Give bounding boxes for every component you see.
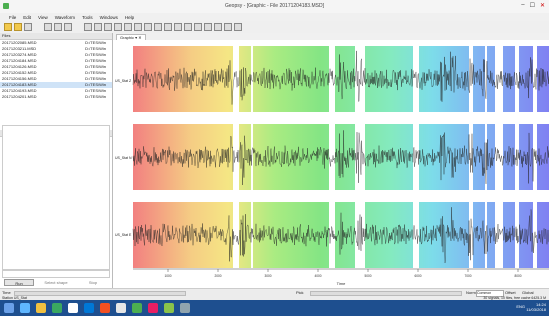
axis-tick-label: 5000 (364, 274, 371, 278)
tool-7-icon[interactable] (144, 23, 152, 31)
map-icon[interactable] (54, 23, 62, 31)
menu-bar: File Edit View Waveform Tools Windows He… (0, 13, 549, 21)
tool-6-icon[interactable] (134, 23, 142, 31)
ie-icon[interactable] (20, 303, 30, 313)
trace-label-2: US_Stat N (115, 156, 132, 160)
close-button[interactable]: ✕ (540, 2, 545, 9)
tool-14-icon[interactable] (214, 23, 222, 31)
axis-tick-label: 6000 (414, 274, 421, 278)
time-window-band[interactable] (253, 46, 329, 112)
tool-2-icon[interactable] (94, 23, 102, 31)
maximize-button[interactable]: ☐ (530, 2, 535, 9)
tool-1-icon[interactable] (84, 23, 92, 31)
file-path: D:/TES/Win (85, 94, 106, 99)
app1-icon[interactable] (100, 303, 110, 313)
tool-12-icon[interactable] (194, 23, 202, 31)
axis-tick-label: 2000 (214, 274, 221, 278)
folder-icon[interactable] (36, 303, 46, 313)
menu-windows[interactable]: Windows (100, 15, 118, 20)
waveform-console[interactable] (2, 125, 110, 270)
plot-area: 1000 2000 3000 4000 5000 6000 7000 8000 Time US… (113, 40, 549, 288)
start-icon[interactable] (4, 303, 14, 313)
time-window-band[interactable] (503, 202, 515, 268)
trace-label-3: US_Stat E (115, 233, 132, 237)
time-window-band[interactable] (487, 46, 495, 112)
chart-icon[interactable] (64, 23, 72, 31)
green-app-icon[interactable] (132, 303, 142, 313)
paint-icon[interactable] (148, 303, 158, 313)
pick-label: Pick (296, 290, 304, 295)
time-window-band[interactable] (519, 46, 533, 112)
open-folder-icon[interactable] (4, 23, 12, 31)
pick-slider[interactable] (310, 291, 462, 296)
time-slider[interactable] (14, 291, 186, 296)
run-button[interactable]: Run (4, 279, 34, 286)
menu-help[interactable]: Help (125, 15, 134, 20)
menu-view[interactable]: View (38, 15, 48, 20)
time-window-band[interactable] (487, 124, 495, 190)
seismogram-plot[interactable]: 1000 2000 3000 4000 5000 6000 7000 8000 Time US… (113, 40, 549, 288)
menu-tools[interactable]: Tools (82, 15, 93, 20)
time-slider-label: Time (2, 290, 11, 295)
home-icon[interactable] (68, 303, 78, 313)
windows-icon[interactable] (84, 303, 94, 313)
tool-10-icon[interactable] (174, 23, 182, 31)
axis-tick-label: 1000 (164, 274, 171, 278)
minimize-button[interactable]: – (521, 2, 524, 9)
app2-icon[interactable] (116, 303, 126, 313)
tool-15-icon[interactable] (224, 23, 232, 31)
time-axis-title: Time (337, 281, 347, 286)
time-window-band[interactable] (419, 202, 469, 268)
taskbar: ENG 14:24 11/03/2018 (0, 300, 549, 316)
explorer-icon[interactable] (180, 303, 190, 313)
tray-lang[interactable]: ENG (516, 304, 525, 309)
axis-tick-label: 7000 (464, 274, 471, 278)
axis-tick-label: 8000 (514, 274, 521, 278)
menu-file[interactable]: File (9, 15, 16, 20)
geopsy-icon[interactable] (164, 303, 174, 313)
tool-9-icon[interactable] (164, 23, 172, 31)
select-shape-button[interactable]: Select shape (38, 279, 74, 286)
norm-label: Norm (466, 290, 476, 295)
tool-4-icon[interactable] (114, 23, 122, 31)
tool-3-icon[interactable] (104, 23, 112, 31)
file-name: 20171204201.MSD (2, 94, 37, 99)
axis-tick-label: 3000 (264, 274, 271, 278)
global-label: Global (522, 290, 534, 295)
tool-8-icon[interactable] (154, 23, 162, 31)
table-icon[interactable] (24, 23, 32, 31)
stop-button[interactable]: Stop (78, 279, 108, 286)
tool-13-icon[interactable] (204, 23, 212, 31)
graphic-icon[interactable] (44, 23, 52, 31)
tool-5-icon[interactable] (124, 23, 132, 31)
store-icon[interactable] (52, 303, 62, 313)
menu-edit[interactable]: Edit (23, 15, 31, 20)
tool-11-icon[interactable] (184, 23, 192, 31)
axis-tick-label: 4000 (314, 274, 321, 278)
time-window-band[interactable] (365, 124, 413, 190)
window-title: Geopsy - [Graphic - File 20171204183.MSD… (225, 3, 324, 9)
time-window-band[interactable] (133, 202, 233, 268)
menu-waveform[interactable]: Waveform (55, 15, 75, 20)
files-panel-header: Files (0, 33, 112, 40)
tray-clock[interactable]: 14:24 11/03/2018 (526, 302, 546, 312)
tray-date: 11/03/2018 (526, 307, 546, 312)
trace-label-1: US_Stat Z (115, 79, 132, 83)
save-icon[interactable] (14, 23, 22, 31)
console-input[interactable] (2, 270, 110, 278)
file-list: 20171202085.MSD D:/TES/Win 20171203211.MSD… (0, 40, 112, 100)
offset-label: Offset (505, 290, 516, 295)
title-bar: Geopsy - [Graphic - File 20171204183.MSD… (0, 0, 549, 14)
time-window-band[interactable] (253, 124, 329, 190)
left-panel: Files 20171202085.MSD D:/TES/Win 201712032… (0, 33, 113, 288)
time-window-band[interactable] (419, 46, 469, 112)
tool-16-icon[interactable] (234, 23, 242, 31)
